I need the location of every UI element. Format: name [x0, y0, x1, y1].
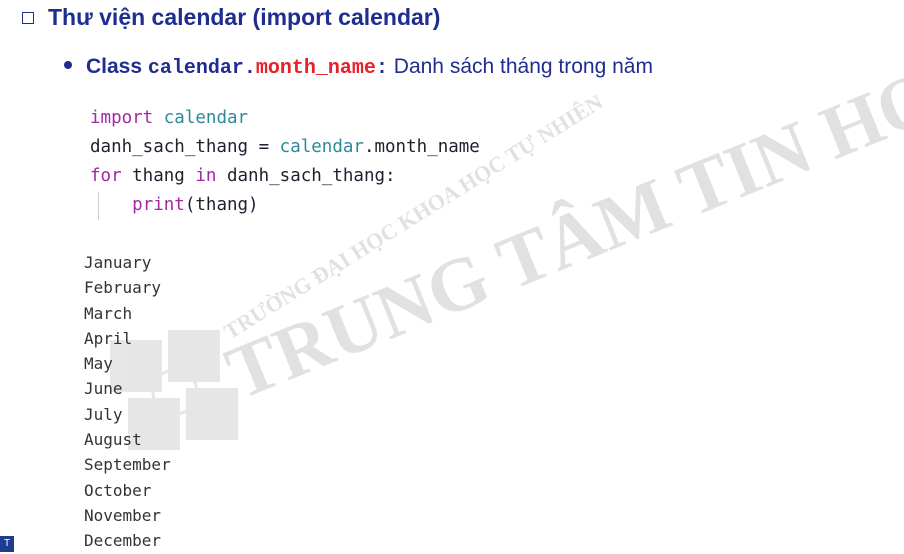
output-line: May [84, 354, 113, 374]
output-line: January [84, 253, 152, 272]
bullet-description: Danh sách tháng trong năm [387, 55, 653, 78]
output-line: November [84, 505, 162, 525]
output-line: October [84, 480, 152, 500]
bullet-prefix: Class [86, 55, 148, 78]
watermark-line2: TRUNG TÂM TIN HỌC [215, 33, 904, 416]
output-line: December [84, 531, 162, 551]
heading-text: Thư viện calendar (import calendar) [48, 4, 441, 30]
output-line: September [84, 455, 171, 475]
code-line-2: danh_sach_thang = calendar.month_name [90, 137, 480, 157]
bullet-dot-icon [64, 61, 72, 70]
section-heading: Thư viện calendar (import calendar) [22, 4, 440, 31]
output-line: July [84, 404, 123, 424]
code-line-3: for thang in danh_sach_thang: [90, 166, 396, 186]
corner-logo-icon: T [0, 536, 14, 552]
output-line: August [84, 430, 142, 450]
bullet-colon: : [375, 57, 388, 80]
indent-guide [98, 192, 99, 220]
output-block: January February March April May June Ju… [84, 250, 171, 554]
code-line-4: print(thang) [132, 195, 259, 215]
code-line-1: import calendar [90, 108, 249, 128]
output-line: April [84, 328, 133, 348]
bullet-code-object: calendar. [147, 57, 256, 80]
checkbox-bullet-icon [22, 11, 34, 24]
bullet-item: Class calendar.month_name: Danh sách thá… [64, 55, 653, 80]
bullet-code-attr: month_name [255, 57, 376, 80]
code-block: import calendar danh_sach_thang = calenda… [90, 104, 480, 220]
output-line: June [84, 379, 123, 399]
output-line: February [84, 278, 162, 298]
output-line: March [84, 303, 133, 323]
